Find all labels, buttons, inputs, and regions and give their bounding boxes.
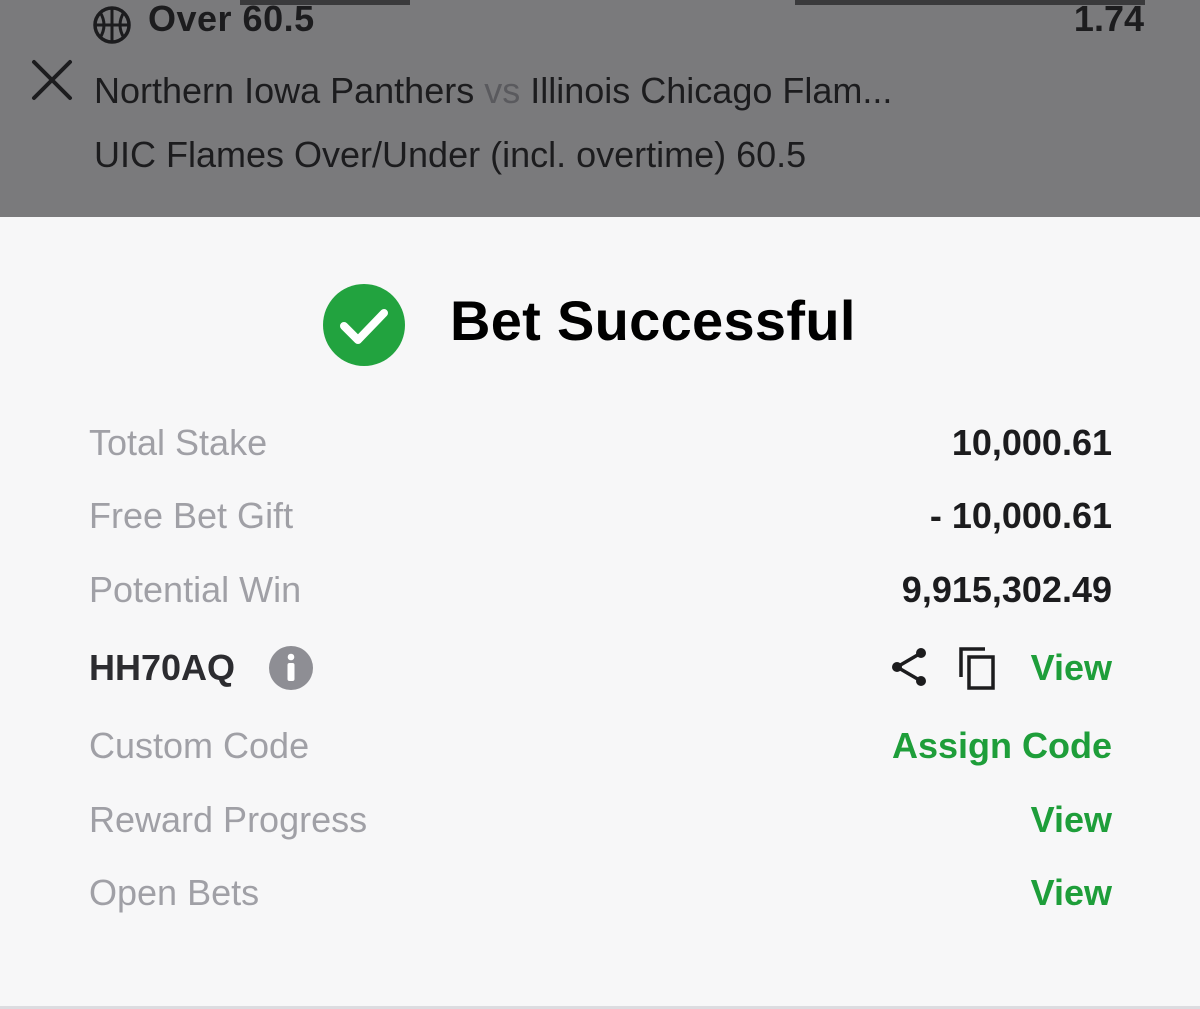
home-team: Northern Iowa Panthers [94,70,475,111]
close-icon[interactable] [30,58,74,102]
reward-progress-label: Reward Progress [89,799,368,840]
versus-label: vs [484,70,521,111]
betslip-header: Over 60.5 1.74 Northern Iowa Panthers vs… [0,0,1200,217]
free-bet-value: - 10,000.61 [929,495,1112,536]
basketball-icon [93,6,131,44]
match-name: Northern Iowa Panthers vs Illinois Chica… [94,70,892,112]
info-icon[interactable] [268,645,314,691]
share-icon[interactable] [888,645,932,689]
odds-value: 1.74 [1073,0,1144,39]
open-bets-view-link[interactable]: View [1031,872,1112,914]
assign-code-link[interactable]: Assign Code [892,725,1112,767]
market-name: UIC Flames Over/Under (incl. overtime) 6… [94,134,807,175]
checkmark-circle-icon [323,284,405,366]
potential-win-value: 9,915,302.49 [901,569,1112,610]
custom-code-label: Custom Code [89,725,310,766]
booking-code: HH70AQ [89,647,236,688]
free-bet-label: Free Bet Gift [89,495,294,536]
away-team: Illinois Chicago Flam... [530,70,893,111]
reward-progress-view-link[interactable]: View [1031,799,1112,841]
potential-win-label: Potential Win [89,569,302,610]
total-stake-label: Total Stake [89,422,268,463]
view-bet-link[interactable]: View [1031,647,1112,689]
success-title: Bet Successful [450,289,856,352]
selection-label: Over 60.5 [148,0,315,39]
copy-icon[interactable] [955,645,999,691]
open-bets-label: Open Bets [89,872,260,913]
total-stake-value: 10,000.61 [951,422,1112,463]
